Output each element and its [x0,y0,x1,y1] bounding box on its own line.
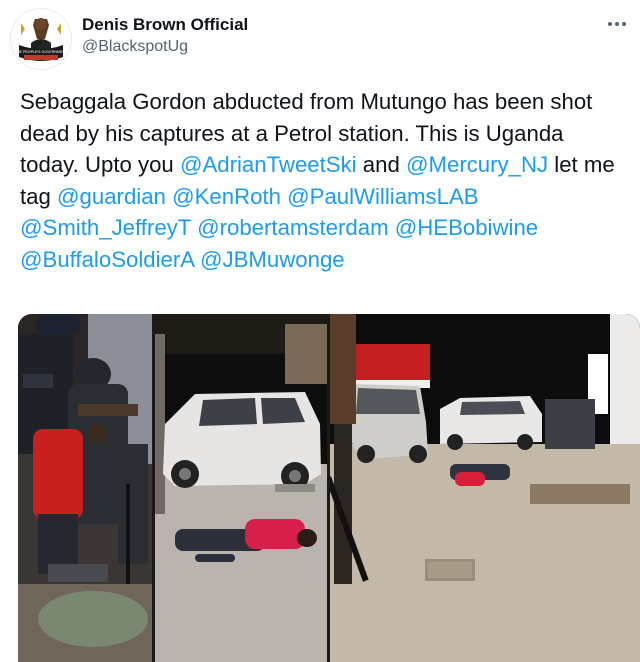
avatar[interactable]: THE PEOPLE'S GOVERNMENT [10,8,72,70]
mention-link[interactable]: @PaulWilliamsLAB [287,184,478,209]
author-handle[interactable]: @BlackspotUg [82,38,188,56]
mention-link[interactable]: @HEBobiwine [395,215,538,240]
more-icon[interactable] [606,14,628,34]
tweet-media[interactable] [18,314,640,662]
avatar-caption: THE PEOPLE'S GOVERNMENT [15,50,68,54]
mention-link[interactable]: @KenRoth [172,184,281,209]
mention-link[interactable]: @JBMuwonge [200,247,345,272]
tweet-text-segment: and [356,152,406,177]
tweet-text: Sebaggala Gordon abducted from Mutungo h… [20,86,625,275]
mention-link[interactable]: @BuffaloSoldierA [20,247,194,272]
mention-link[interactable]: @Smith_JeffreyT [20,215,191,240]
photo-petrol-station[interactable] [330,314,640,662]
author-name[interactable]: Denis Brown Official [82,15,248,35]
mention-link[interactable]: @AdrianTweetSki [180,152,357,177]
photo-arrest[interactable] [18,314,152,662]
mention-link[interactable]: @robertamsterdam [197,215,388,240]
mention-link[interactable]: @guardian [57,184,166,209]
mention-link[interactable]: @Mercury_NJ [406,152,548,177]
tweet-header: THE PEOPLE'S GOVERNMENT Denis Brown Offi… [0,0,640,76]
photo-victim-by-car[interactable] [155,314,327,662]
